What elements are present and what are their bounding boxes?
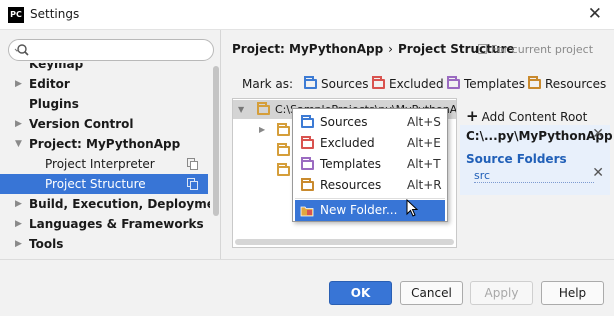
menu-item-excluded[interactable]: Excluded Alt+E	[295, 133, 445, 154]
settings-sidebar: Keymap ▶ Editor Plugins ▶ Version Contro…	[0, 30, 221, 259]
expand-arrow-icon[interactable]: ▶	[15, 214, 22, 234]
expand-arrow-icon[interactable]: ▶	[15, 74, 22, 94]
expand-arrow-icon[interactable]: ▶	[15, 194, 22, 214]
title-bar: PC Settings ✕	[0, 0, 614, 30]
context-menu: Sources Alt+S Excluded Alt+E Templates A…	[292, 108, 448, 222]
mark-resources-button[interactable]: Resources	[528, 74, 606, 94]
sidebar-item-languages[interactable]: ▶ Languages & Frameworks	[0, 214, 208, 234]
sidebar-item-plugins[interactable]: Plugins	[0, 94, 208, 114]
content-roots-panel: + Add Content Root C:\...py\MyPythonApp ✕…	[458, 98, 613, 253]
close-icon[interactable]: ✕	[588, 4, 602, 24]
mark-templates-button[interactable]: Templates	[447, 74, 525, 94]
breadcrumb-parent[interactable]: Project: MyPythonApp	[232, 42, 383, 56]
templates-folder-icon	[447, 76, 460, 89]
sidebar-item-project-interpreter[interactable]: Project Interpreter	[0, 154, 208, 174]
sidebar-item-keymap[interactable]: Keymap	[0, 63, 208, 74]
content-root-card: C:\...py\MyPythonApp ✕ Source Folders sr…	[460, 125, 613, 195]
resources-folder-icon	[528, 76, 541, 89]
expand-arrow-icon[interactable]: ▶	[259, 120, 265, 140]
footer-divider	[0, 259, 614, 260]
templates-folder-icon	[301, 157, 314, 170]
new-folder-icon	[300, 206, 314, 217]
help-button[interactable]: Help	[541, 281, 604, 305]
scope-note: For current project	[478, 43, 593, 56]
mouse-cursor-icon	[406, 199, 419, 217]
menu-item-templates[interactable]: Templates Alt+T	[295, 154, 445, 175]
sources-folder-icon	[301, 115, 314, 128]
collapse-arrow-icon[interactable]: ▼	[238, 100, 244, 119]
source-folder-item[interactable]: src	[474, 170, 594, 183]
excluded-folder-icon	[372, 76, 385, 89]
sources-folder-icon	[304, 76, 317, 89]
sidebar-item-project[interactable]: ▼ Project: MyPythonApp	[0, 134, 208, 154]
add-content-root-button[interactable]: + Add Content Root	[466, 107, 587, 125]
menu-item-sources[interactable]: Sources Alt+S	[295, 112, 445, 133]
remove-root-icon[interactable]: ✕	[592, 126, 604, 142]
menu-item-resources[interactable]: Resources Alt+R	[295, 175, 445, 196]
sidebar-item-editor[interactable]: ▶ Editor	[0, 74, 208, 94]
settings-tree: Keymap ▶ Editor Plugins ▶ Version Contro…	[0, 63, 210, 259]
project-settings-icon	[187, 178, 198, 190]
search-icon	[14, 44, 29, 56]
horizontal-scrollbar[interactable]	[235, 239, 454, 245]
content-root-name: C:\...py\MyPythonApp	[466, 129, 613, 143]
expand-arrow-icon[interactable]: ▶	[15, 234, 22, 254]
sidebar-item-tools[interactable]: ▶ Tools	[0, 234, 208, 254]
menu-separator	[295, 198, 445, 199]
breadcrumb-separator: ›	[388, 42, 393, 56]
sidebar-scroll-thumb[interactable]	[213, 66, 219, 216]
cancel-button[interactable]: Cancel	[400, 281, 463, 305]
project-settings-icon	[187, 158, 198, 170]
resources-folder-icon	[301, 178, 314, 191]
collapse-arrow-icon[interactable]: ▼	[15, 134, 22, 154]
source-folders-label: Source Folders	[466, 152, 567, 166]
excluded-folder-icon	[301, 136, 314, 149]
breadcrumb: Project: MyPythonApp › Project Structure	[232, 42, 515, 56]
ok-button[interactable]: OK	[329, 281, 392, 305]
window-title: Settings	[30, 7, 80, 21]
apply-button[interactable]: Apply	[470, 281, 533, 305]
plus-icon: +	[466, 107, 479, 125]
remove-source-icon[interactable]: ✕	[592, 165, 604, 181]
expand-arrow-icon[interactable]: ▶	[15, 114, 22, 134]
mark-excluded-button[interactable]: Excluded	[372, 74, 444, 94]
sidebar-item-version-control[interactable]: ▶ Version Control	[0, 114, 208, 134]
menu-item-new-folder[interactable]: New Folder...	[295, 200, 445, 221]
search-input[interactable]	[8, 39, 214, 61]
app-logo: PC	[8, 7, 24, 23]
folder-icon	[277, 163, 290, 176]
sidebar-item-build[interactable]: ▶ Build, Execution, Deployment	[0, 194, 210, 214]
mark-sources-button[interactable]: Sources	[304, 74, 368, 94]
folder-icon	[257, 102, 270, 115]
folder-icon	[277, 143, 290, 156]
document-icon	[478, 44, 487, 54]
sidebar-item-project-structure[interactable]: Project Structure	[0, 174, 208, 194]
folder-icon	[277, 123, 290, 136]
mark-as-label: Mark as:	[242, 77, 294, 91]
